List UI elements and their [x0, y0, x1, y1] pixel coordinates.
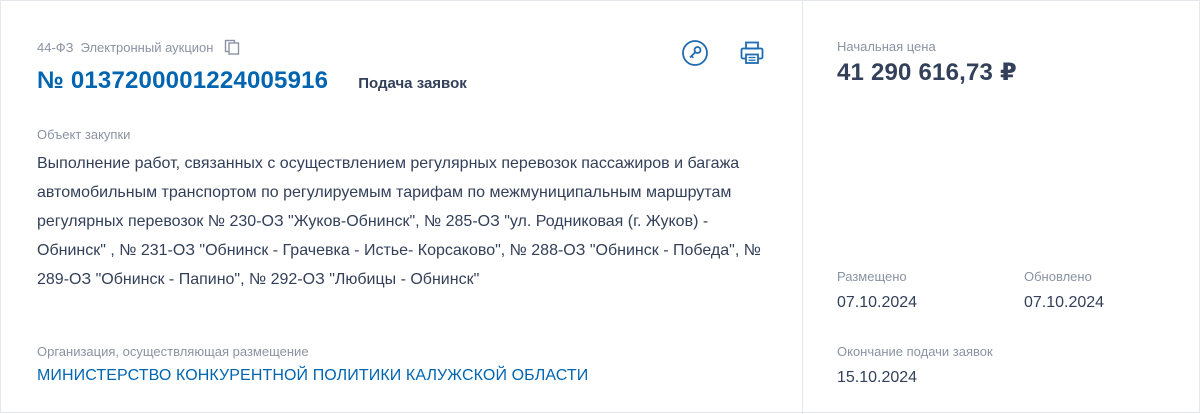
- key-icon[interactable]: [681, 39, 709, 67]
- organization-link[interactable]: МИНИСТЕРСТВО КОНКУРЕНТНОЙ ПОЛИТИКИ КАЛУЖ…: [37, 367, 588, 385]
- procurement-main-section: 44-ФЗ Электронный аукцион № 013720000122…: [1, 1, 802, 414]
- object-label: Объект закупки: [37, 127, 131, 142]
- procedure-type: Электронный аукцион: [80, 39, 214, 55]
- procurement-number-link[interactable]: № 0137200001224005916: [37, 67, 328, 95]
- procedure-meta: 44-ФЗ Электронный аукцион: [37, 39, 240, 55]
- organization-label: Организация, осуществляющая размещение: [37, 344, 309, 359]
- procurement-side-section: Начальная цена 41 290 616,73 ₽ Размещено…: [803, 1, 1199, 414]
- object-description: Выполнение работ, связанных с осуществле…: [37, 155, 761, 288]
- price-value: 41 290 616,73 ₽: [837, 59, 1017, 86]
- price-label: Начальная цена: [837, 39, 936, 54]
- posted-date: 07.10.2024: [837, 294, 918, 311]
- procurement-card: 44-ФЗ Электронный аукцион № 013720000122…: [0, 0, 1200, 414]
- updated-date: 07.10.2024: [1024, 294, 1105, 311]
- deadline-date: 15.10.2024: [837, 369, 918, 386]
- law-label: 44-ФЗ: [37, 39, 74, 55]
- print-icon[interactable]: [738, 39, 766, 67]
- posted-label: Размещено: [837, 269, 907, 284]
- deadline-label: Окончание подачи заявок: [837, 344, 993, 359]
- status-badge: Подача заявок: [358, 75, 467, 92]
- copy-icon[interactable]: [224, 39, 240, 55]
- updated-label: Обновлено: [1024, 269, 1092, 284]
- procurement-number-row: № 0137200001224005916 Подача заявок: [37, 67, 467, 95]
